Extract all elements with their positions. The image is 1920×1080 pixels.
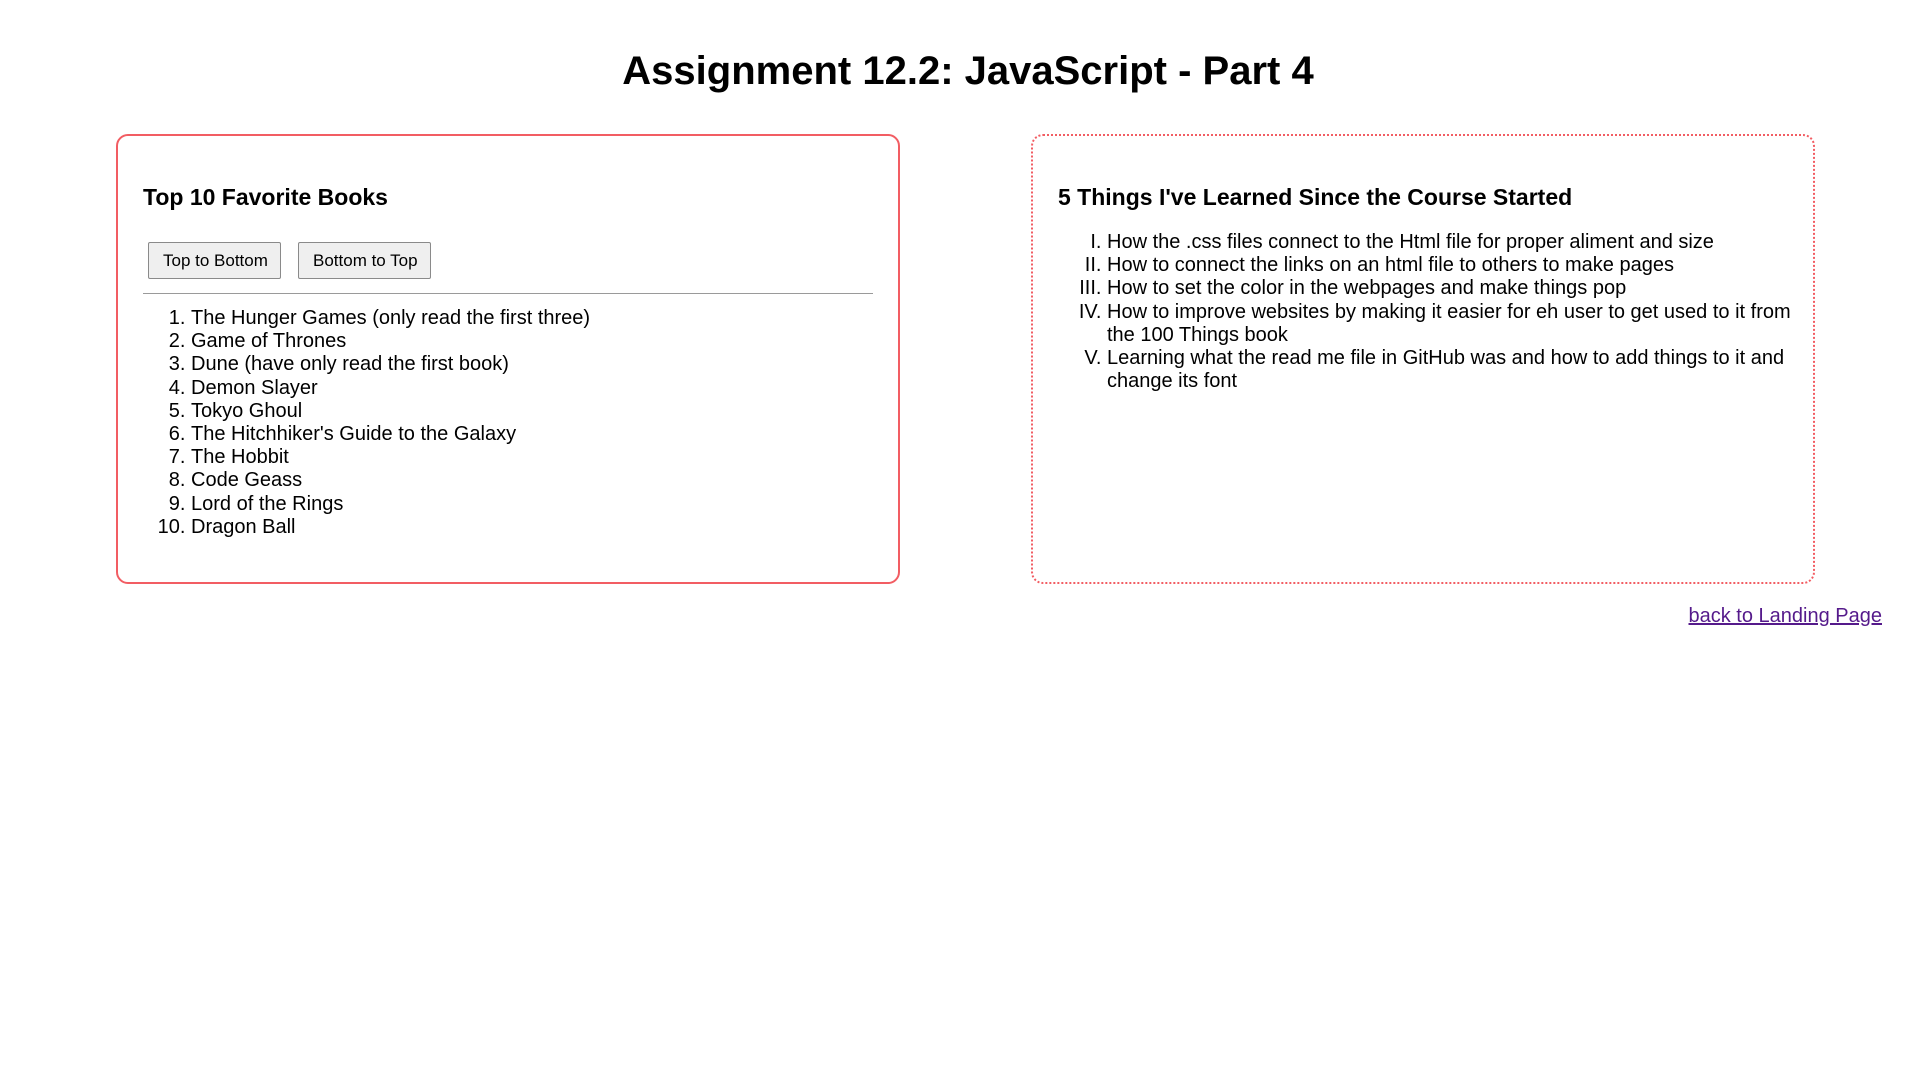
books-panel: Top 10 Favorite Books Top to Bottom Bott… [116, 134, 900, 584]
learned-item: How to connect the links on an html file… [1107, 254, 1817, 277]
bottom-to-top-button[interactable]: Bottom to Top [298, 242, 431, 279]
book-item: Demon Slayer [191, 377, 590, 400]
top-to-bottom-button[interactable]: Top to Bottom [148, 242, 281, 279]
learned-item: Learning what the read me file in GitHub… [1107, 347, 1817, 393]
book-item: The Hunger Games (only read the first th… [191, 307, 590, 330]
book-item: Dragon Ball [191, 516, 590, 539]
learned-panel: 5 Things I've Learned Since the Course S… [1031, 134, 1815, 584]
book-item: The Hitchhiker's Guide to the Galaxy [191, 423, 590, 446]
book-item: The Hobbit [191, 446, 590, 469]
book-item: Code Geass [191, 469, 590, 492]
learned-item: How to improve websites by making it eas… [1107, 301, 1817, 347]
learned-item: How to set the color in the webpages and… [1107, 277, 1817, 300]
book-item: Tokyo Ghoul [191, 400, 590, 423]
learned-heading: 5 Things I've Learned Since the Course S… [1058, 184, 1573, 210]
book-item: Dune (have only read the first book) [191, 353, 590, 376]
page-title: Assignment 12.2: JavaScript - Part 4 [622, 49, 1314, 93]
book-list: The Hunger Games (only read the first th… [143, 307, 590, 539]
book-item: Lord of the Rings [191, 493, 590, 516]
learned-list: How the .css files connect to the Html f… [1058, 231, 1817, 393]
book-item: Game of Thrones [191, 330, 590, 353]
books-heading: Top 10 Favorite Books [143, 184, 388, 210]
learned-item: How the .css files connect to the Html f… [1107, 231, 1817, 254]
back-to-landing-link[interactable]: back to Landing Page [1689, 604, 1883, 628]
divider [143, 293, 873, 294]
